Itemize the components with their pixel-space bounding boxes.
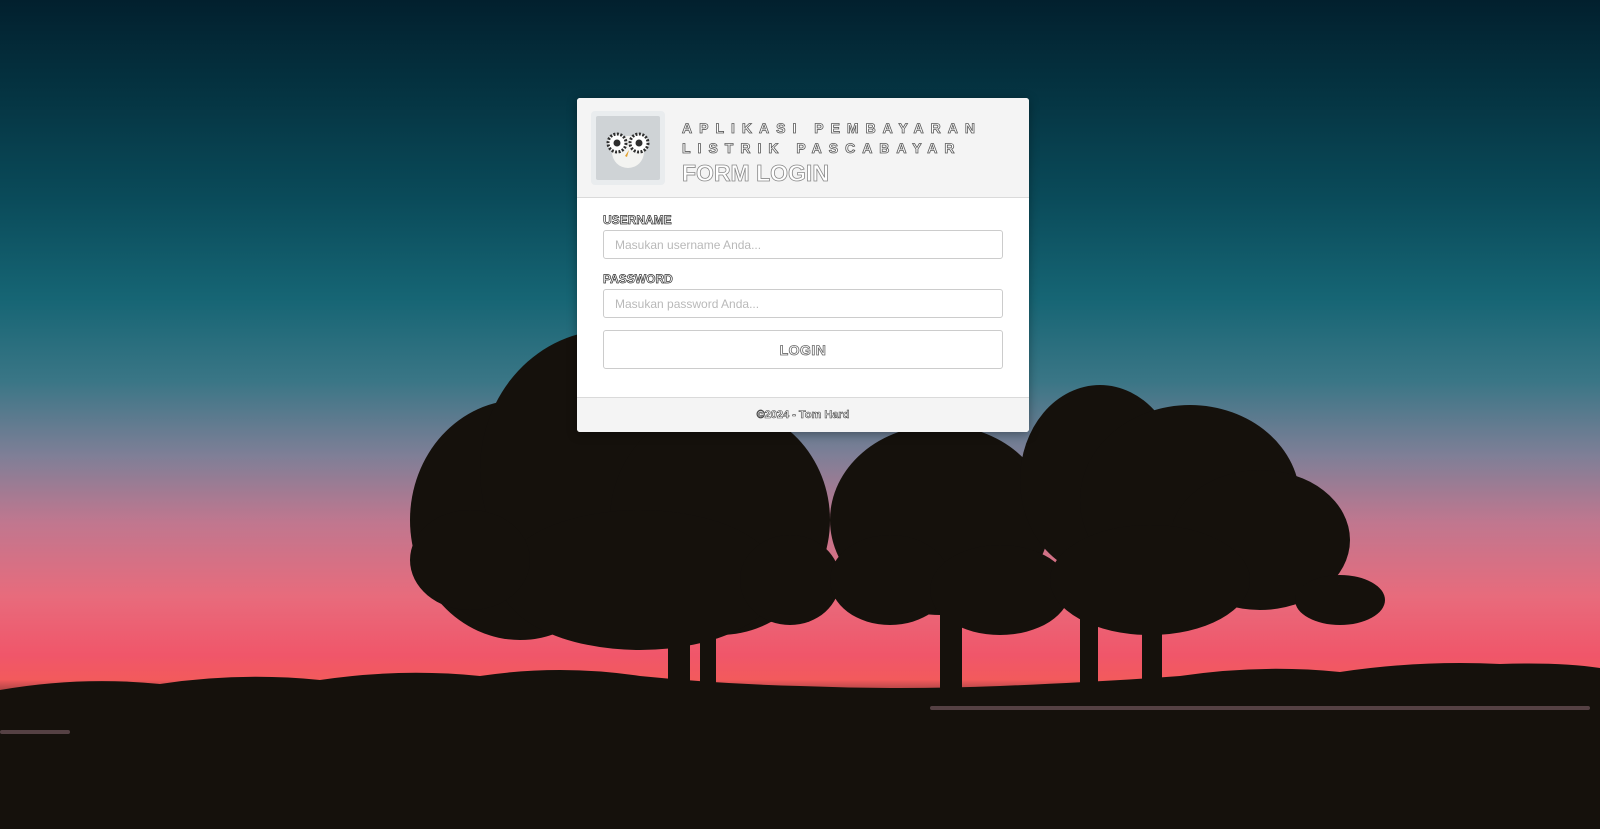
water-reflection [0, 730, 70, 734]
username-input[interactable] [603, 230, 1003, 259]
logo-frame [591, 111, 665, 185]
card-header: APLIKASI PEMBAYARAN LISTRIK PASCABAYAR F… [577, 98, 1029, 198]
form-title: FORM LOGIN [682, 160, 830, 187]
password-label: PASSWORD [603, 272, 673, 287]
login-button[interactable]: LOGIN [603, 330, 1003, 369]
app-title: APLIKASI PEMBAYARAN LISTRIK PASCABAYAR [682, 120, 982, 157]
username-label: USERNAME [603, 213, 672, 228]
owl-logo-icon [596, 116, 660, 180]
password-input[interactable] [603, 289, 1003, 318]
lake-reflection [930, 706, 1590, 710]
login-card: APLIKASI PEMBAYARAN LISTRIK PASCABAYAR F… [577, 98, 1029, 432]
login-form: USERNAME PASSWORD LOGIN [577, 198, 1029, 398]
card-footer: ©2024 - Tom Hard [577, 397, 1029, 432]
